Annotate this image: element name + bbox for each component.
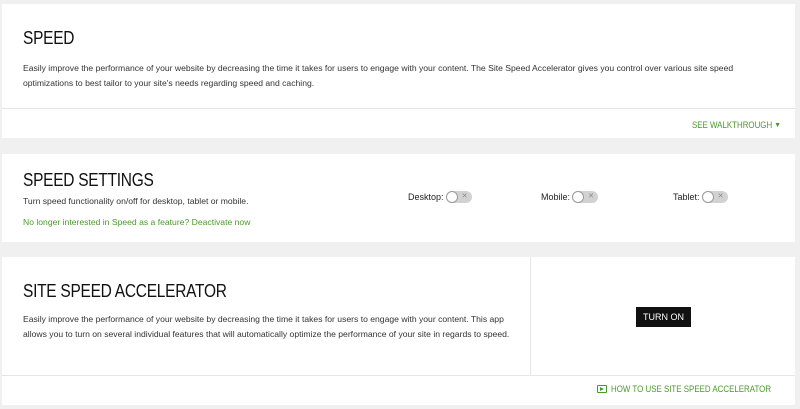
how-to-use-link[interactable]: HOW TO USE SITE SPEED ACCELERATOR xyxy=(597,384,777,394)
accelerator-divider xyxy=(2,375,795,376)
see-walkthrough-label: SEE WALKTHROUGH xyxy=(691,120,773,130)
desktop-toggle[interactable]: ✕ xyxy=(445,191,472,203)
deactivate-link[interactable]: No longer interested in Speed as a featu… xyxy=(23,215,250,230)
speed-settings-card: SPEED SETTINGS Turn speed functionality … xyxy=(2,154,795,242)
accelerator-card: SITE SPEED ACCELERATOR Easily improve th… xyxy=(2,257,795,405)
desktop-toggle-group: Desktop: ✕ xyxy=(408,191,472,203)
speed-title: SPEED xyxy=(23,28,75,48)
speed-settings-description: Turn speed functionality on/off for desk… xyxy=(23,196,249,206)
how-to-use-label: HOW TO USE SITE SPEED ACCELERATOR xyxy=(611,384,772,394)
see-walkthrough-link[interactable]: SEE WALKTHROUGH ▼ xyxy=(681,120,781,130)
turn-on-button[interactable]: TURN ON xyxy=(636,307,691,327)
speed-card: SPEED Easily improve the performance of … xyxy=(2,4,795,138)
mobile-toggle[interactable]: ✕ xyxy=(572,191,599,203)
close-icon: ✕ xyxy=(717,193,724,200)
tablet-toggle-label: Tablet: xyxy=(673,192,700,202)
accelerator-description: Easily improve the performance of your w… xyxy=(23,314,510,339)
accelerator-title: SITE SPEED ACCELERATOR xyxy=(23,281,227,301)
close-icon: ✕ xyxy=(461,193,468,200)
tablet-toggle-group: Tablet: ✕ xyxy=(673,191,728,203)
play-video-icon xyxy=(597,385,608,393)
speed-divider xyxy=(2,108,795,109)
mobile-toggle-label: Mobile: xyxy=(541,192,571,202)
mobile-toggle-group: Mobile: ✕ xyxy=(541,191,599,203)
desktop-toggle-label: Desktop: xyxy=(408,192,444,202)
toggle-knob xyxy=(445,191,458,203)
toggle-knob xyxy=(572,191,585,203)
toggle-knob xyxy=(701,191,714,203)
speed-settings-title: SPEED SETTINGS xyxy=(23,170,154,190)
tablet-toggle[interactable]: ✕ xyxy=(701,191,728,203)
speed-description: Easily improve the performance of your w… xyxy=(23,63,734,88)
close-icon: ✕ xyxy=(588,193,595,200)
chevron-down-icon: ▼ xyxy=(774,121,781,129)
accelerator-column-divider xyxy=(530,257,531,375)
